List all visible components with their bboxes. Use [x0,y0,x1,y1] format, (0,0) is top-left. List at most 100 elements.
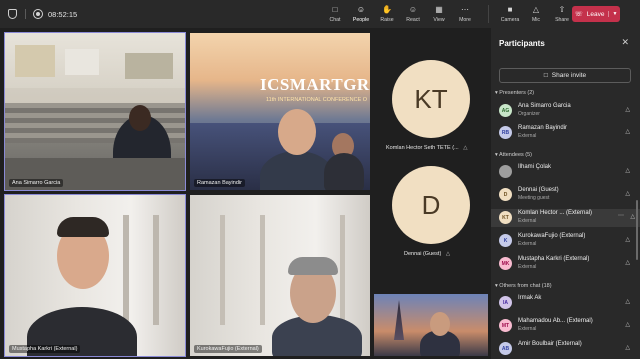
person-head [278,109,316,155]
people-icon: ☺ [356,5,366,14]
participant-row[interactable]: K KurokawaFujio (External) External △ [499,232,635,250]
attendees-section-header[interactable]: ▾ Attendees (5) [495,152,532,158]
participant-name: Komlan Hector ... (External) [518,210,593,216]
view-label: View [433,16,445,23]
shield-icon [8,9,17,19]
video-tile[interactable]: ICSMARTGRID 2 11th INTERNATIONAL CONFERE… [190,33,370,190]
view-button[interactable]: ▦ View [426,0,452,28]
mic-off-icon: △ [625,345,630,351]
section-label: Attendees (5) [499,152,533,158]
section-label: Others from chat (18) [499,283,552,289]
share-icon: □ [543,72,548,79]
video-background [15,45,55,77]
raise-label: Raise [380,16,394,23]
tile-name: Ramazan Bayindir [194,179,245,187]
share-label: Share [555,16,569,23]
video-background [220,215,225,325]
participants-scrollbar[interactable] [636,200,638,260]
mic-off-icon: △ [625,129,630,135]
tile-name: Dennai (Guest) [404,251,442,257]
participant-name: Ana Simarro Garcia [518,103,571,109]
avatar: K [499,234,512,247]
avatar-tile[interactable]: KT Komlan Hector Seth TETE (... △ [374,33,488,157]
avatar: KT [499,211,512,224]
avatar: MK [499,257,512,270]
participant-name: Ilhami Çolak [518,164,552,170]
self-view-thumbnail[interactable] [374,294,488,356]
teams-meeting-window: 08:52:15 □ Chat ☺ People ✋ Raise ☺ React… [0,0,640,359]
mic-off-icon: △ [630,214,635,220]
chat-button[interactable]: □ Chat [322,0,348,28]
people-button[interactable]: ☺ People [348,0,374,28]
participant-row[interactable]: AB Amir Boulbair (External) △ [499,340,635,358]
tile-name: KurokawaFujio (External) [194,345,262,353]
tile-name: Komlan Hector Seth TETE (... [386,145,459,151]
raise-hand-button[interactable]: ✋ Raise [374,0,400,28]
avatar: IA [499,296,512,309]
video-background [125,53,173,79]
meeting-toolbar: 08:52:15 □ Chat ☺ People ✋ Raise ☺ React… [0,0,640,28]
smile-icon: ☺ [408,5,418,14]
panel-title: Participants [499,39,545,48]
video-background [153,215,159,325]
eiffel-tower [394,300,404,340]
leave-label: Leave [586,10,605,18]
avatar: AB [499,342,512,355]
more-options-icon[interactable]: ⋯ [618,212,624,219]
chevron-down-icon: ▼ [608,11,617,17]
others-section-header[interactable]: ▾ Others from chat (18) [495,283,552,289]
participant-row[interactable]: MT Mahamadou Ab... (External) External △ [499,317,635,335]
participant-row[interactable]: D Dennai (Guest) Meeting guest △ [499,186,635,204]
participant-row[interactable]: AG Ana Simarro Garcia Organizer △ [499,102,635,120]
mic-off-icon: △ [463,145,468,151]
leave-button[interactable]: ☏ Leave ▼ [572,6,620,22]
react-button[interactable]: ☺ React [400,0,426,28]
more-icon: ⋯ [461,5,469,14]
conference-banner-title: ICSMARTGRID 2 [260,75,370,94]
close-icon[interactable]: ✕ [621,37,629,48]
share-invite-button[interactable]: □ Share invite [499,68,631,83]
person [324,153,364,190]
mic-off-icon: △ [625,168,630,174]
video-background [65,49,99,75]
mic-icon: △ [532,5,540,14]
video-tile[interactable]: KurokawaFujio (External) [190,195,370,356]
mic-button[interactable]: △ Mic [523,0,549,28]
video-tile[interactable]: Ana Simarro Garcia [4,32,186,191]
mic-off-icon: △ [625,107,630,113]
more-button[interactable]: ⋯ More [452,0,478,28]
participant-row[interactable]: IA Irmak Ak △ [499,294,635,312]
person-hair [57,217,109,237]
chat-icon: □ [332,5,338,14]
avatar-tile[interactable]: D Dennai (Guest) △ [374,162,488,260]
participant-row[interactable]: KT Komlan Hector ... (External) External ⋯ △ [491,209,640,227]
avatar: D [499,188,512,201]
participant-row[interactable]: RB Ramazan Bayindir External △ [499,124,635,142]
phone-icon: ☏ [574,11,583,18]
participant-row[interactable]: MK Mustapha Karkri (External) External △ [499,255,635,273]
camera-button[interactable]: ■ Camera [497,0,523,28]
chevron-down-icon: ▾ [495,90,498,96]
camera-icon: ■ [507,5,513,14]
presenters-section-header[interactable]: ▾ Presenters (2) [495,90,534,96]
recording-icon [34,10,42,18]
person-hair [288,257,338,275]
chevron-down-icon: ▾ [495,152,498,158]
tile-name: Mustapha Karkri (External) [9,345,81,353]
participant-role: External [518,218,537,224]
participant-name: KurokawaFujio (External) [518,233,586,239]
meeting-timer: 08:52:15 [48,9,78,19]
more-label: More [459,16,471,23]
participant-name: Irmak Ak [518,295,542,301]
participant-row[interactable]: Ilhami Çolak △ [499,163,635,181]
divider [25,9,26,19]
participant-role: Meeting guest [518,195,550,201]
participant-name: Mahamadou Ab... (External) [518,318,593,324]
participant-name: Dennai (Guest) [518,187,559,193]
participants-panel: Participants ✕ □ Share invite ▾ Presente… [491,28,640,359]
participant-name: Amir Boulbair (External) [518,341,582,347]
person-head [430,312,450,336]
mic-off-icon: △ [445,251,451,257]
video-background [260,215,265,325]
video-tile[interactable]: Mustapha Karkri (External) [4,194,186,357]
